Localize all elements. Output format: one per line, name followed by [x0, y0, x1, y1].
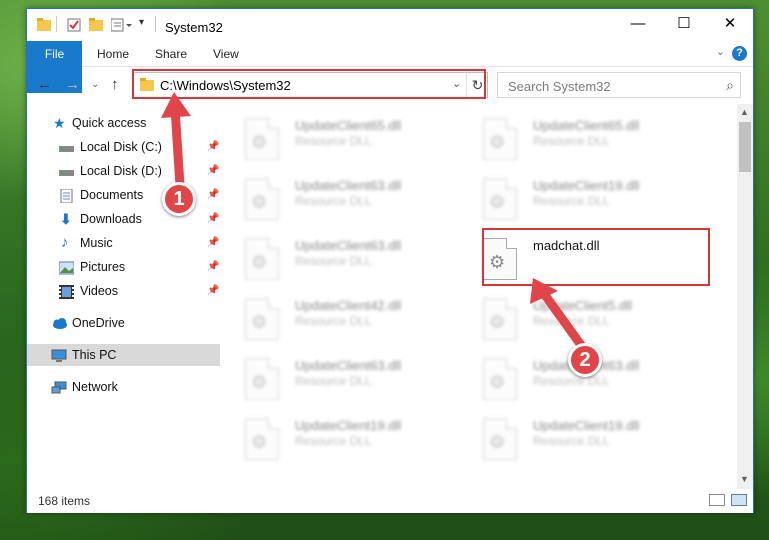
- arrow-1-head: [161, 92, 191, 118]
- annotation-arrows: [161, 92, 591, 357]
- annotation-badge-2: 2: [568, 343, 602, 377]
- arrow-1: [170, 103, 185, 190]
- annotation-badge-1: 1: [162, 182, 196, 216]
